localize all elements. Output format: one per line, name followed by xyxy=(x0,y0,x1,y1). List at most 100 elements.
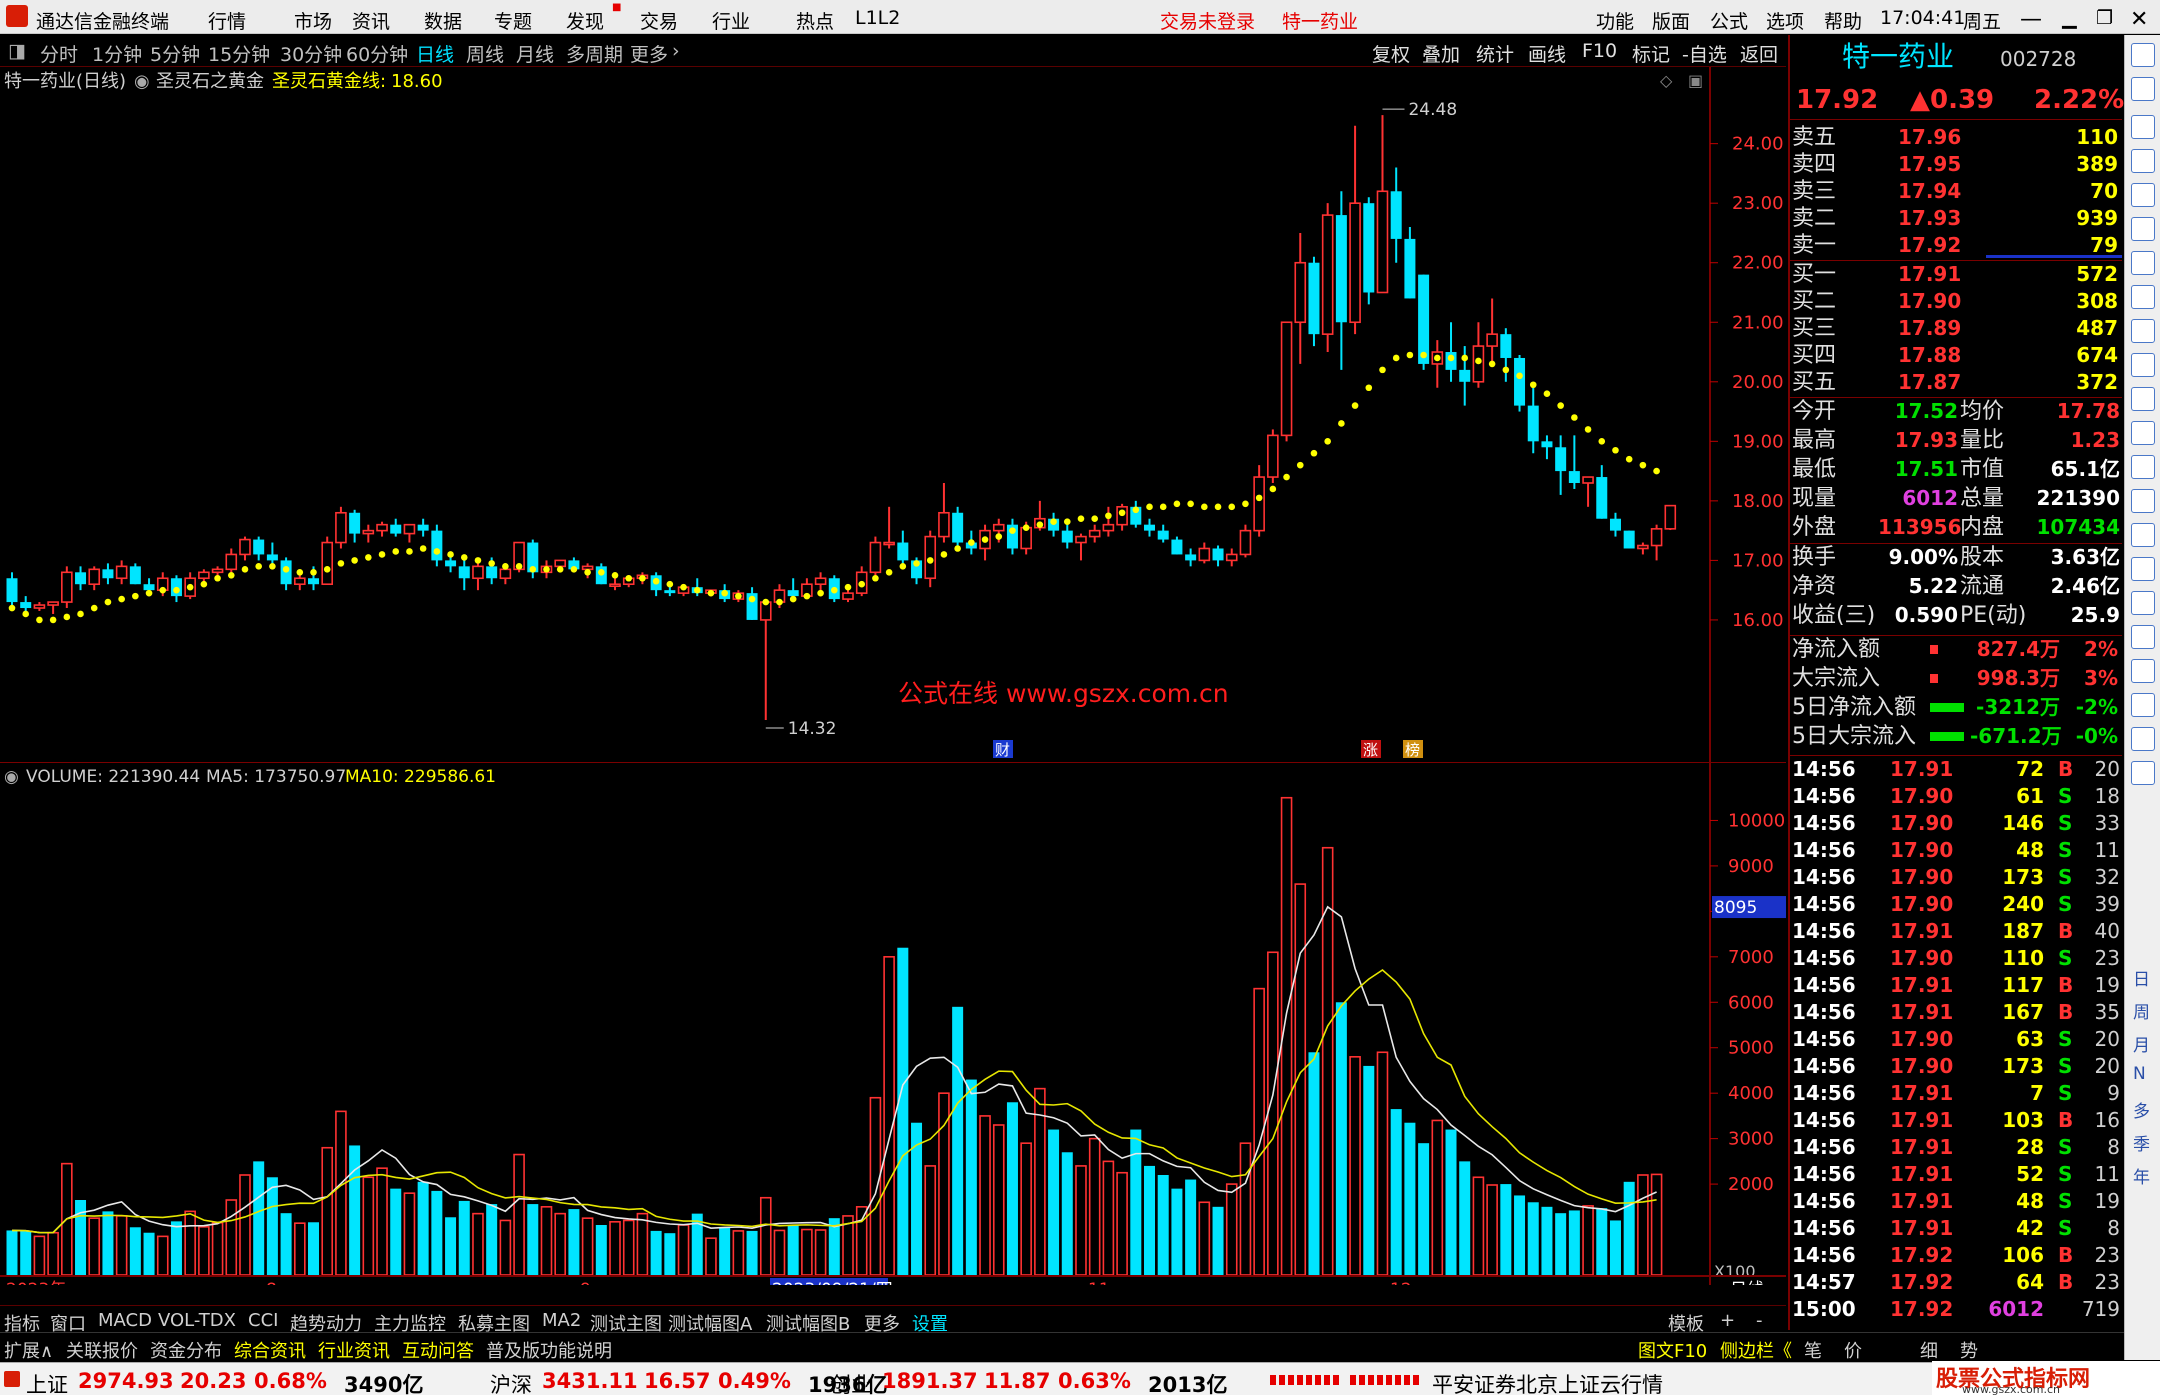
column-icon[interactable] xyxy=(2131,285,2155,309)
up-arrow-icon[interactable] xyxy=(2131,77,2155,101)
orderbook-label[interactable]: 买三 xyxy=(1792,318,1836,340)
menu-3[interactable]: 数据 xyxy=(424,7,462,34)
info-tab-3[interactable]: 综合资讯 xyxy=(234,1337,306,1363)
orderbook-label[interactable]: 卖五 xyxy=(1792,127,1836,149)
info-right-0[interactable]: 图文F10 xyxy=(1638,1337,1707,1363)
info-tab-0[interactable]: 扩展∧ xyxy=(4,1337,53,1363)
menu-6[interactable]: 交易 xyxy=(640,7,678,34)
ring-icon[interactable] xyxy=(2131,523,2155,547)
tool-button-4[interactable]: F10 xyxy=(1582,40,1617,62)
f2-icon[interactable] xyxy=(2131,489,2155,513)
restore-icon[interactable]: ❐ xyxy=(2096,7,2113,29)
period-tab-6[interactable]: 日线 xyxy=(416,40,454,67)
tool-button-1[interactable]: 叠加 xyxy=(1422,40,1460,67)
side-period-3[interactable]: N xyxy=(2133,1064,2146,1084)
move-icon[interactable] xyxy=(2131,659,2155,683)
indicator-tab-15[interactable]: + xyxy=(1720,1310,1735,1331)
period-tab-10[interactable]: 更多 xyxy=(630,40,668,67)
orderbook-label[interactable]: 卖四 xyxy=(1792,154,1836,176)
more-chevron-icon[interactable]: › xyxy=(672,40,680,62)
right-menu-4[interactable]: 帮助 xyxy=(1824,7,1862,34)
index-name[interactable]: 沪深 xyxy=(490,1369,532,1395)
orderbook-label[interactable]: 买四 xyxy=(1792,345,1836,367)
calc-icon[interactable] xyxy=(2131,353,2155,377)
period-tab-4[interactable]: 30分钟 xyxy=(280,40,342,67)
menu-5[interactable]: 发现 xyxy=(566,7,604,34)
info-tab-5[interactable]: 互动问答 xyxy=(402,1337,474,1363)
menu-7[interactable]: 行业 xyxy=(712,7,750,34)
side-period-2[interactable]: 月 xyxy=(2133,1031,2150,1056)
right-menu-0[interactable]: 功能 xyxy=(1596,7,1634,34)
period-tab-9[interactable]: 多周期 xyxy=(566,40,623,67)
indicator-tab-16[interactable]: - xyxy=(1756,1310,1763,1331)
list-icon[interactable] xyxy=(2131,149,2155,173)
orderbook-label[interactable]: 卖三 xyxy=(1792,181,1836,203)
side-period-1[interactable]: 周 xyxy=(2133,998,2150,1023)
tool-button-2[interactable]: 统计 xyxy=(1476,40,1514,67)
period-tab-2[interactable]: 5分钟 xyxy=(150,40,200,67)
tool-button-3[interactable]: 画线 xyxy=(1528,40,1566,67)
frame-icon[interactable] xyxy=(2131,421,2155,445)
right-menu-1[interactable]: 版面 xyxy=(1652,7,1690,34)
side-period-4[interactable]: 多 xyxy=(2133,1097,2150,1122)
pen-icon[interactable] xyxy=(2131,693,2155,717)
menu-8[interactable]: 热点 xyxy=(796,7,834,34)
side-period-6[interactable]: 年 xyxy=(2133,1163,2150,1188)
info-tab-6[interactable]: 普及版功能说明 xyxy=(486,1337,612,1363)
side-period-0[interactable]: 日 xyxy=(2133,965,2150,990)
orderbook-label[interactable]: 卖一 xyxy=(1792,235,1836,257)
orderbook-label[interactable]: 买一 xyxy=(1792,264,1836,286)
info-right-3[interactable]: 价 xyxy=(1844,1337,1862,1363)
tool-button-5[interactable]: 标记 xyxy=(1632,40,1670,67)
info-tab-4[interactable]: 行业资讯 xyxy=(318,1337,390,1363)
info-tab-1[interactable]: 关联报价 xyxy=(66,1337,138,1363)
indicator-tab-3[interactable]: VOL-TDX xyxy=(158,1310,236,1331)
info-right-1[interactable]: 侧边栏《 xyxy=(1720,1337,1792,1363)
hot-icon[interactable] xyxy=(2131,625,2155,649)
minimize-button-icon[interactable]: ▁ xyxy=(2062,7,2077,29)
index-name[interactable]: 上证 xyxy=(26,1369,68,1395)
tool-button-6[interactable]: -自选 xyxy=(1682,40,1727,67)
side-period-5[interactable]: 季 xyxy=(2133,1130,2150,1155)
rsi-icon[interactable] xyxy=(2131,591,2155,615)
indicator-tab-4[interactable]: CCI xyxy=(248,1310,278,1331)
info-icon[interactable] xyxy=(2131,319,2155,343)
menu-1[interactable]: 市场 xyxy=(294,7,332,34)
menu-0[interactable]: 行情 xyxy=(208,7,246,34)
period-tab-1[interactable]: 1分钟 xyxy=(92,40,142,67)
info-right-4[interactable]: 细 xyxy=(1920,1337,1938,1363)
collapse-arrow-icon[interactable] xyxy=(2131,43,2155,67)
price-chart[interactable]: 24.00 23.00 22.00 21.00 20.00 19.00 18.00 17.00… xyxy=(0,67,1786,762)
orderbook-label[interactable]: 卖二 xyxy=(1792,208,1836,230)
orderbook-label[interactable]: 买二 xyxy=(1792,291,1836,313)
menu-4[interactable]: 专题 xyxy=(494,7,532,34)
bar-icon[interactable] xyxy=(2131,251,2155,275)
fs-icon[interactable] xyxy=(2131,455,2155,479)
indicator-tab-8[interactable]: MA2 xyxy=(542,1310,581,1331)
period-tab-7[interactable]: 周线 xyxy=(466,40,504,67)
period-tab-5[interactable]: 60分钟 xyxy=(346,40,408,67)
period-tab-8[interactable]: 月线 xyxy=(516,40,554,67)
orderbook-label[interactable]: 买五 xyxy=(1792,372,1836,394)
period-tab-3[interactable]: 15分钟 xyxy=(208,40,270,67)
right-menu-3[interactable]: 选项 xyxy=(1766,7,1804,34)
menu-2[interactable]: 资讯 xyxy=(352,7,390,34)
login-status[interactable]: 交易未登录 xyxy=(1160,7,1255,34)
lightning-icon[interactable] xyxy=(2131,557,2155,581)
grid-icon[interactable] xyxy=(2131,183,2155,207)
down-arrow-icon[interactable] xyxy=(2131,115,2155,139)
bars2-icon[interactable] xyxy=(2131,387,2155,411)
close-icon[interactable]: ✕ xyxy=(2130,7,2148,32)
info-right-5[interactable]: 势 xyxy=(1960,1337,1978,1363)
menu-9[interactable]: L1L2 xyxy=(855,7,900,29)
index-name[interactable]: 创业 xyxy=(830,1369,872,1395)
right-menu-2[interactable]: 公式 xyxy=(1710,7,1748,34)
indicator-tab-2[interactable]: MACD xyxy=(98,1310,152,1331)
f5-icon[interactable] xyxy=(2131,727,2155,751)
collapse-icon[interactable]: ◨ xyxy=(8,40,26,62)
tool-button-7[interactable]: 返回 xyxy=(1740,40,1778,67)
chart-icon[interactable] xyxy=(2131,217,2155,241)
tool-button-0[interactable]: 复权 xyxy=(1372,40,1410,67)
volume-chart[interactable]: 1000090008000700060005000400030002000809… xyxy=(0,763,1786,1285)
period-tab-0[interactable]: 分时 xyxy=(40,40,78,67)
